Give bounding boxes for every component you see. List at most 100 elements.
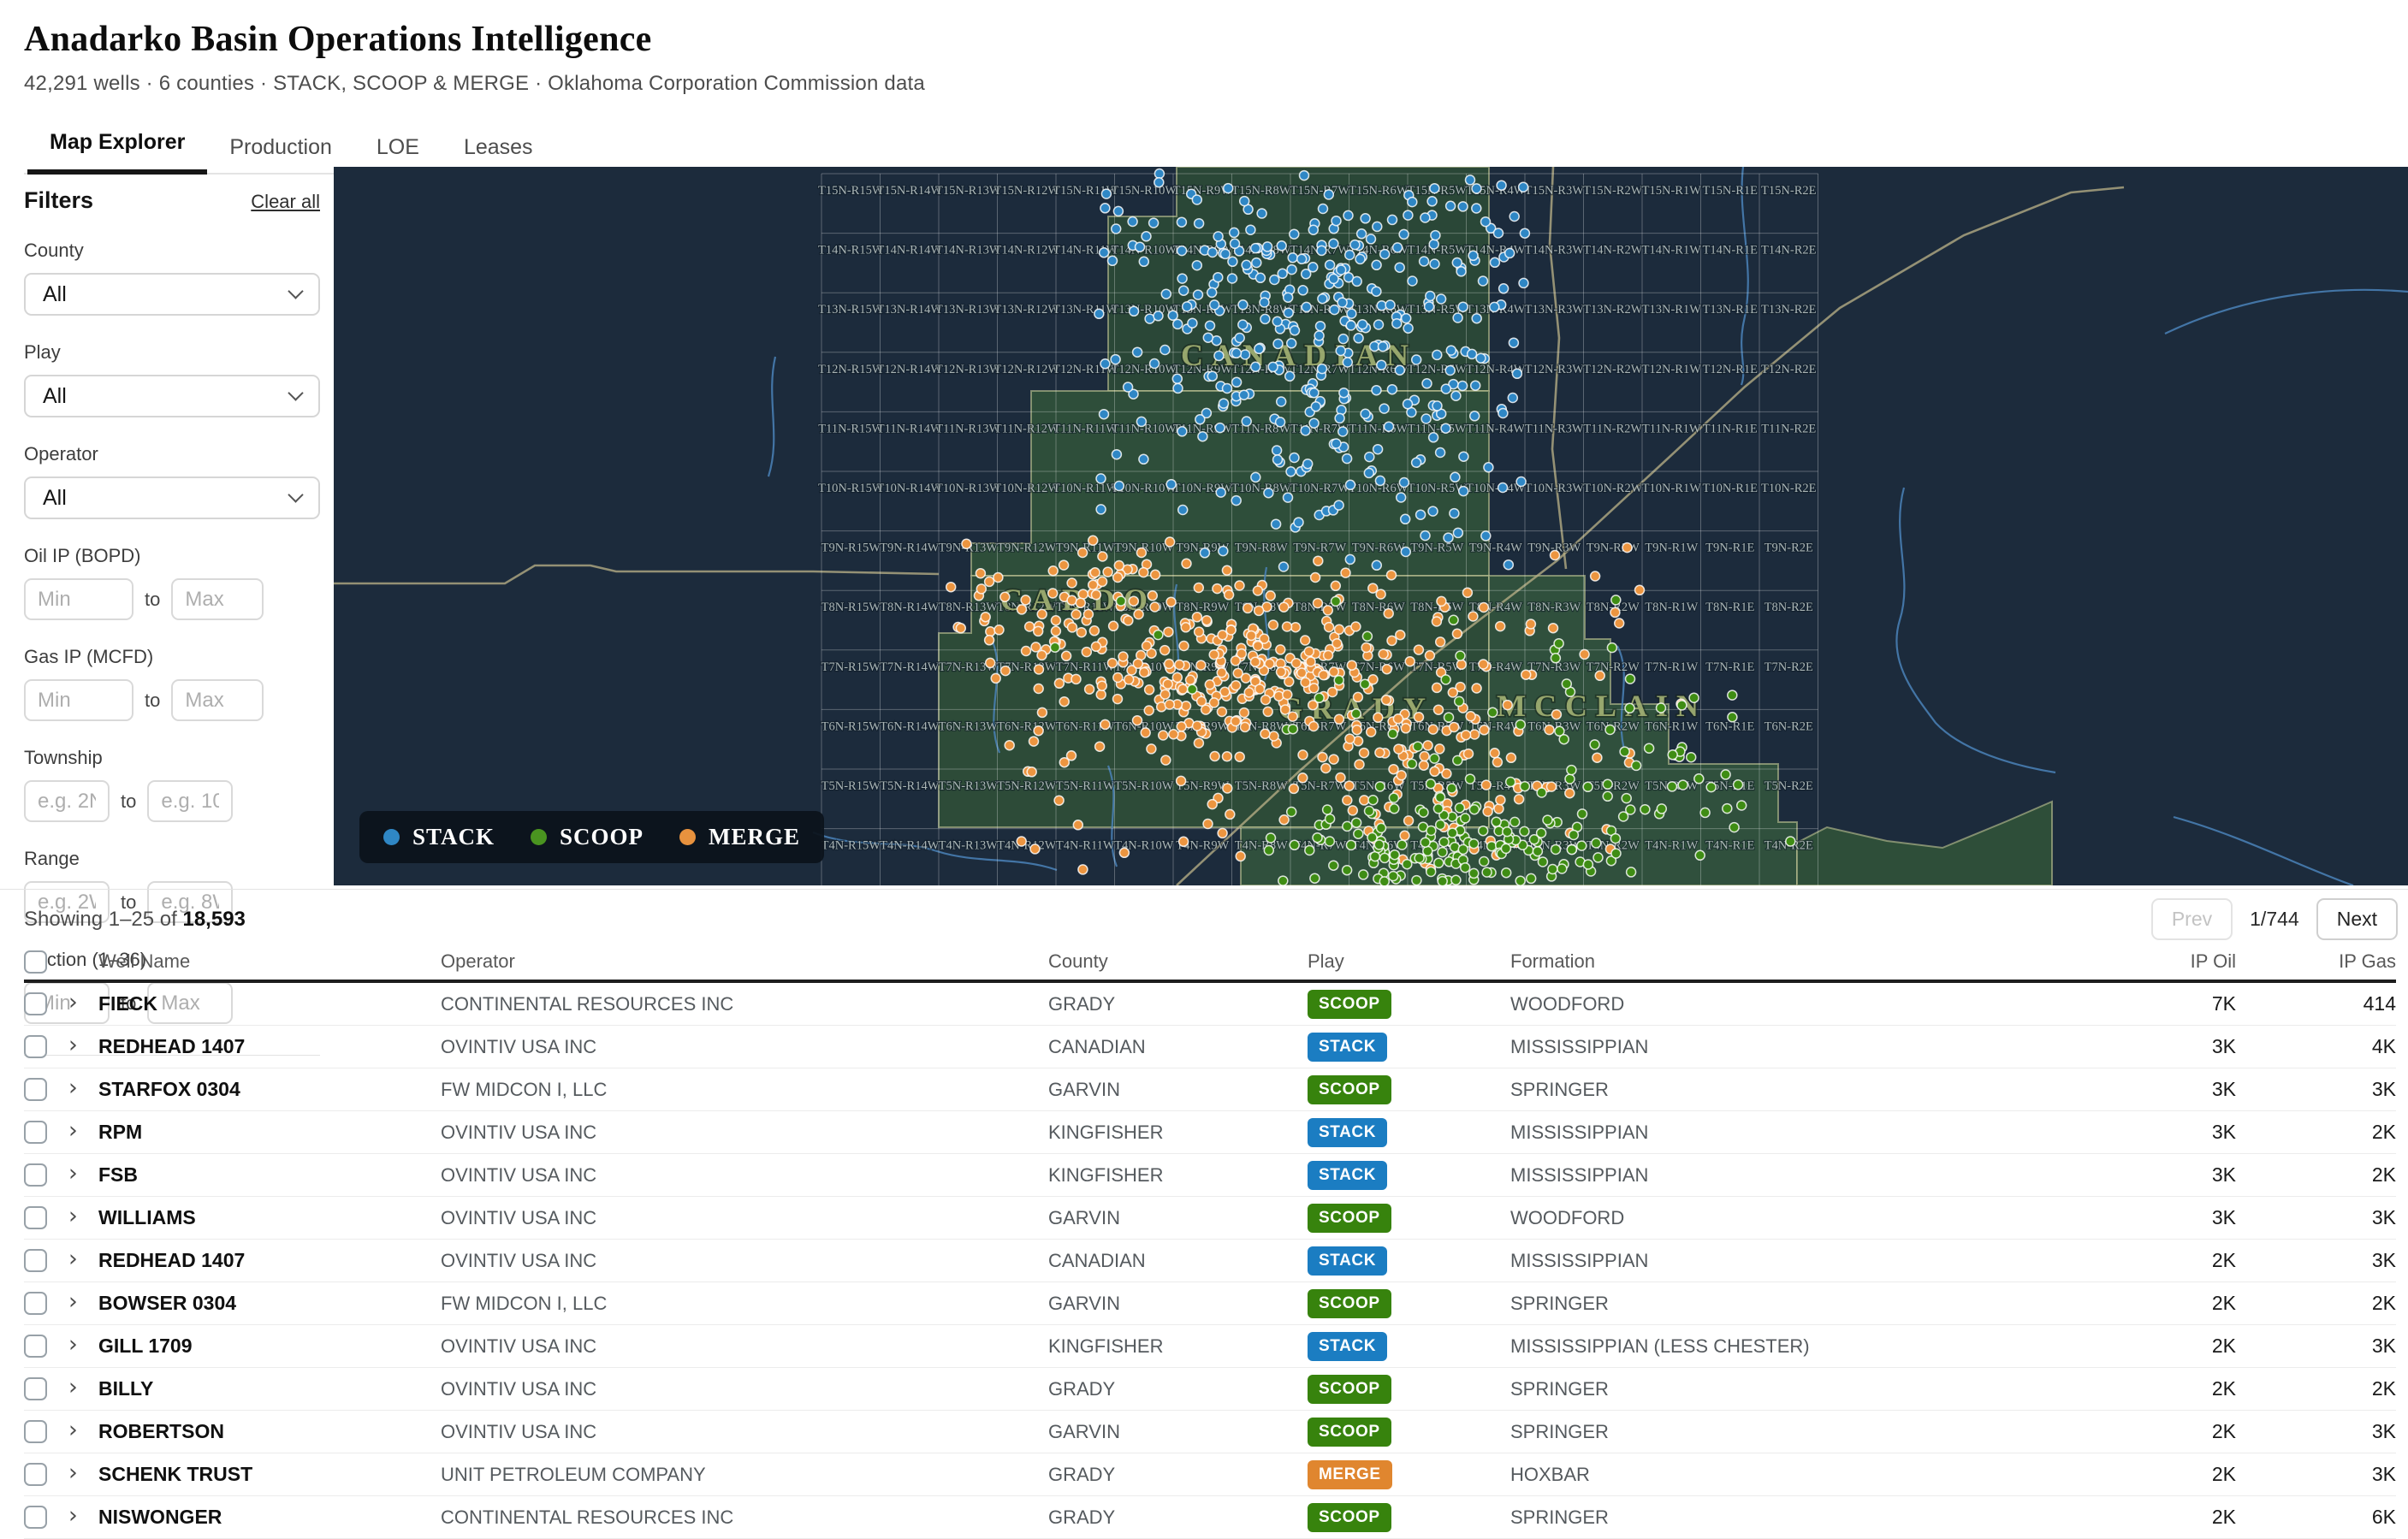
- well-dot-stack[interactable]: [1430, 259, 1439, 269]
- well-dot-scoop[interactable]: [1577, 841, 1587, 850]
- well-dot-stack[interactable]: [1453, 528, 1462, 537]
- well-dot-merge[interactable]: [1148, 591, 1157, 601]
- well-dot-stack[interactable]: [1429, 433, 1438, 442]
- well-dot-merge[interactable]: [1375, 748, 1385, 757]
- well-dot-merge[interactable]: [1456, 660, 1466, 669]
- map-canvas[interactable]: T15N-R15WT15N-R14WT15N-R13WT15N-R12WT15N…: [334, 167, 2408, 885]
- well-dot-scoop[interactable]: [1583, 860, 1592, 869]
- well-dot-merge[interactable]: [1017, 837, 1026, 846]
- well-dot-stack[interactable]: [1402, 314, 1411, 323]
- well-dot-merge[interactable]: [1062, 651, 1071, 660]
- well-dot-merge[interactable]: [1435, 744, 1444, 754]
- well-dot-stack[interactable]: [1251, 362, 1260, 371]
- row-checkbox[interactable]: [24, 1377, 47, 1400]
- well-dot-stack[interactable]: [1357, 229, 1367, 239]
- well-dot-scoop[interactable]: [1266, 833, 1276, 843]
- well-dot-scoop[interactable]: [1554, 639, 1563, 648]
- well-dot-merge[interactable]: [1288, 712, 1297, 721]
- well-dot-scoop[interactable]: [1365, 807, 1374, 816]
- well-dot-scoop[interactable]: [1543, 815, 1552, 825]
- well-dot-scoop[interactable]: [1632, 761, 1641, 770]
- well-dot-stack[interactable]: [1108, 256, 1118, 265]
- well-dot-stack[interactable]: [1481, 531, 1491, 541]
- well-dot-merge[interactable]: [1430, 767, 1439, 776]
- well-dot-scoop[interactable]: [1329, 861, 1338, 870]
- well-dot-merge[interactable]: [1464, 749, 1474, 759]
- well-dot-scoop[interactable]: [1451, 875, 1461, 885]
- well-dot-stack[interactable]: [1276, 417, 1285, 427]
- well-dot-stack[interactable]: [1223, 384, 1232, 394]
- well-dot-stack[interactable]: [1094, 309, 1104, 318]
- well-dot-merge[interactable]: [1178, 684, 1188, 694]
- well-dot-stack[interactable]: [1346, 321, 1355, 330]
- well-dot-merge[interactable]: [1353, 692, 1362, 701]
- well-dot-merge[interactable]: [1109, 621, 1118, 630]
- well-dot-merge[interactable]: [1304, 647, 1314, 656]
- well-dot-stack[interactable]: [1509, 338, 1518, 347]
- well-dot-merge[interactable]: [1289, 784, 1298, 793]
- well-dot-merge[interactable]: [1165, 660, 1174, 669]
- well-dot-merge[interactable]: [1389, 765, 1398, 774]
- well-dot-merge[interactable]: [1490, 749, 1499, 758]
- row-expand-chevron[interactable]: ›: [68, 1162, 98, 1188]
- well-dot-merge[interactable]: [1266, 591, 1275, 601]
- well-dot-stack[interactable]: [1519, 278, 1528, 287]
- well-dot-merge[interactable]: [1448, 688, 1457, 697]
- well-dot-stack[interactable]: [1194, 290, 1203, 299]
- well-dot-merge[interactable]: [1351, 622, 1361, 631]
- well-dot-stack[interactable]: [1309, 418, 1319, 428]
- well-dot-merge[interactable]: [1017, 605, 1027, 614]
- well-dot-merge[interactable]: [1468, 612, 1478, 621]
- well-dot-stack[interactable]: [1177, 217, 1186, 227]
- well-dot-merge[interactable]: [1078, 548, 1088, 558]
- well-dot-stack[interactable]: [1335, 413, 1344, 423]
- well-dot-merge[interactable]: [1481, 780, 1491, 790]
- well-dot-scoop[interactable]: [1332, 596, 1341, 606]
- well-dot-stack[interactable]: [1498, 483, 1508, 493]
- well-dot-stack[interactable]: [1346, 480, 1355, 489]
- well-dot-merge[interactable]: [1355, 760, 1364, 769]
- well-dot-scoop[interactable]: [1354, 829, 1363, 838]
- well-dot-stack[interactable]: [1338, 334, 1348, 344]
- well-dot-stack[interactable]: [1459, 487, 1468, 496]
- well-dot-stack[interactable]: [1494, 228, 1504, 238]
- well-dot-scoop[interactable]: [1551, 654, 1560, 663]
- well-dot-scoop[interactable]: [1469, 868, 1479, 878]
- well-dot-scoop[interactable]: [1640, 805, 1650, 814]
- well-dot-merge[interactable]: [1181, 623, 1190, 632]
- well-dot-merge[interactable]: [1113, 695, 1123, 704]
- well-dot-merge[interactable]: [1425, 651, 1434, 660]
- well-dot-merge[interactable]: [1222, 565, 1231, 575]
- well-dot-scoop[interactable]: [1116, 596, 1125, 606]
- well-dot-merge[interactable]: [1255, 684, 1265, 694]
- well-dot-stack[interactable]: [1432, 350, 1442, 359]
- well-dot-merge[interactable]: [1194, 738, 1203, 748]
- well-dot-scoop[interactable]: [1447, 784, 1456, 793]
- well-dot-scoop[interactable]: [1737, 801, 1747, 810]
- well-dot-scoop[interactable]: [1529, 835, 1539, 844]
- well-dot-merge[interactable]: [1635, 585, 1645, 595]
- well-dot-stack[interactable]: [1426, 292, 1435, 301]
- well-dot-merge[interactable]: [1394, 744, 1403, 754]
- well-dot-merge[interactable]: [1367, 727, 1376, 737]
- well-dot-merge[interactable]: [1496, 622, 1505, 631]
- well-dot-scoop[interactable]: [1361, 679, 1370, 689]
- well-dot-stack[interactable]: [1397, 493, 1406, 502]
- well-dot-stack[interactable]: [1242, 417, 1251, 426]
- well-dot-merge[interactable]: [1197, 696, 1207, 706]
- well-dot-stack[interactable]: [1309, 388, 1319, 398]
- well-dot-merge[interactable]: [1526, 619, 1535, 629]
- well-dot-stack[interactable]: [1373, 445, 1383, 454]
- well-dot-stack[interactable]: [1412, 458, 1421, 467]
- well-dot-merge[interactable]: [1592, 753, 1602, 762]
- well-dot-scoop[interactable]: [1377, 823, 1386, 832]
- well-dot-merge[interactable]: [1165, 700, 1174, 709]
- well-dot-stack[interactable]: [1214, 351, 1224, 360]
- well-dot-merge[interactable]: [986, 658, 995, 667]
- well-dot-stack[interactable]: [1403, 210, 1413, 220]
- well-dot-merge[interactable]: [1163, 679, 1172, 689]
- well-dot-stack[interactable]: [1379, 342, 1388, 352]
- well-dot-merge[interactable]: [1031, 642, 1041, 652]
- well-dot-merge[interactable]: [1492, 757, 1502, 767]
- well-dot-stack[interactable]: [1215, 423, 1225, 433]
